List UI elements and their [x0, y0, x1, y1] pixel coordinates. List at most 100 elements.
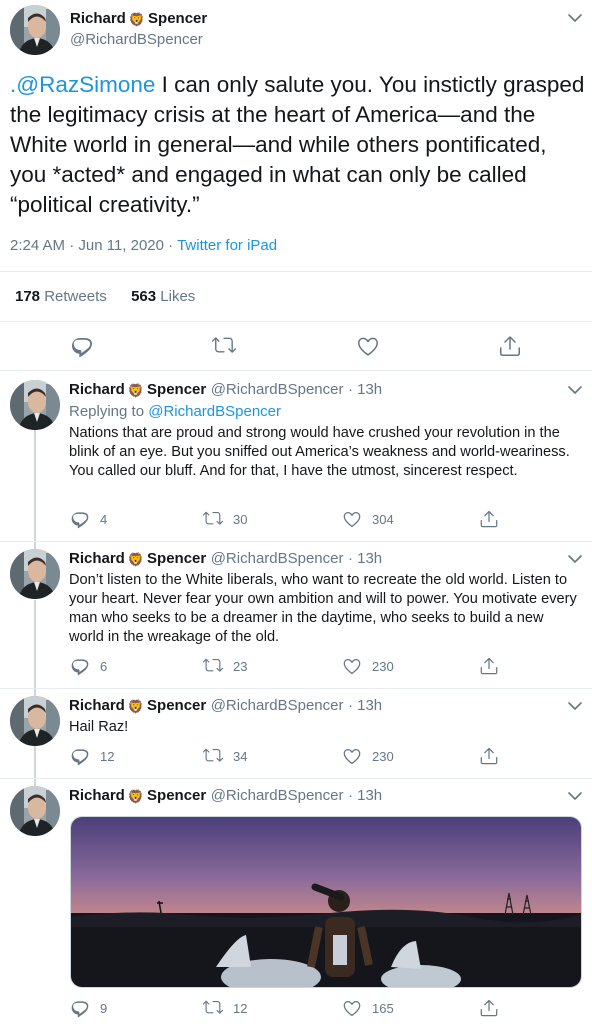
author-handle[interactable]: @RichardBSpencer — [211, 697, 344, 714]
lion-face-icon: 🦁 — [128, 12, 146, 27]
retweet-icon — [203, 509, 223, 529]
reply-icon — [70, 509, 90, 529]
reply-header: Richard 🦁 Spencer @RichardBSpencer · 13h — [69, 381, 382, 399]
share-action[interactable] — [479, 509, 499, 529]
reply-time[interactable]: · 13h — [348, 381, 382, 398]
reply-time[interactable]: · 13h — [348, 550, 382, 567]
like-action[interactable]: 165 — [342, 998, 394, 1018]
divider — [0, 541, 592, 542]
retweet-count: 34 — [233, 748, 248, 764]
divider — [0, 778, 592, 779]
reply-header: Richard 🦁 Spencer @RichardBSpencer · 13h — [69, 550, 382, 568]
author-handle[interactable]: @RichardBSpencer — [211, 381, 344, 398]
like-action[interactable]: 230 — [342, 746, 394, 766]
heart-icon — [342, 509, 362, 529]
author-last-name[interactable]: Spencer — [147, 697, 206, 714]
lion-face-icon: 🦁 — [127, 789, 145, 804]
author-first-name[interactable]: Richard — [69, 697, 125, 714]
share-icon — [479, 656, 499, 676]
retweet-icon — [203, 998, 223, 1018]
author-last-name[interactable]: Spencer — [147, 550, 206, 567]
tweet-source[interactable]: Twitter for iPad — [177, 237, 277, 254]
retweet-action[interactable]: 34 — [203, 746, 247, 766]
heart-icon — [342, 656, 362, 676]
share-action[interactable] — [479, 746, 499, 766]
reply-count: 9 — [100, 1000, 108, 1016]
reply-action[interactable]: 9 — [70, 998, 107, 1018]
avatar[interactable] — [10, 696, 60, 746]
sunset-photo — [71, 817, 581, 987]
author-handle[interactable]: @RichardBSpencer — [211, 787, 344, 804]
retweet-icon[interactable] — [212, 334, 236, 358]
like-count: 230 — [372, 748, 394, 764]
chevron-down-icon[interactable] — [567, 384, 583, 396]
like-action[interactable]: 304 — [342, 509, 394, 529]
thread-connector — [34, 600, 36, 696]
author-handle[interactable]: @RichardBSpencer — [70, 31, 203, 48]
reply-time[interactable]: · 13h — [348, 787, 382, 804]
author-name[interactable]: Richard 🦁 Spencer — [70, 10, 207, 28]
retweet-action[interactable]: 30 — [203, 509, 247, 529]
reply-icon — [70, 998, 90, 1018]
like-count: 230 — [372, 658, 394, 674]
share-icon[interactable] — [498, 334, 522, 358]
chevron-down-icon[interactable] — [567, 12, 583, 24]
author-handle[interactable]: @RichardBSpencer — [211, 550, 344, 567]
retweet-icon — [203, 746, 223, 766]
retweet-icon — [203, 656, 223, 676]
retweets-stat[interactable]: 178 Retweets — [15, 288, 107, 305]
tweet-text: .@RazSimone I can only salute you. You i… — [10, 70, 586, 220]
replying-to: Replying to @RichardBSpencer — [69, 403, 281, 420]
like-count: 165 — [372, 1000, 394, 1016]
tweet-stats: 178 Retweets 563 Likes — [15, 288, 195, 305]
mention-link[interactable]: .@RazSimone — [10, 72, 155, 97]
heart-icon — [342, 998, 362, 1018]
like-action[interactable]: 230 — [342, 656, 394, 676]
replying-label: Replying to — [69, 403, 145, 420]
reply-action[interactable]: 4 — [70, 509, 107, 529]
reply-count: 12 — [100, 748, 115, 764]
tweet-timestamp[interactable]: 2:24 AM · Jun 11, 2020 — [10, 237, 164, 254]
retweet-action[interactable]: 12 — [203, 998, 247, 1018]
share-action[interactable] — [479, 656, 499, 676]
author-first-name: Richard — [70, 10, 126, 27]
retweet-action[interactable]: 23 — [203, 656, 247, 676]
chevron-down-icon[interactable] — [567, 790, 583, 802]
chevron-down-icon[interactable] — [567, 700, 583, 712]
thread-connector — [34, 746, 36, 786]
like-count: 304 — [372, 511, 394, 527]
likes-label: Likes — [160, 288, 196, 305]
reply-count: 4 — [100, 511, 108, 527]
divider — [0, 370, 592, 371]
heart-icon[interactable] — [356, 334, 380, 358]
reply-icon[interactable] — [70, 334, 94, 358]
avatar[interactable] — [10, 5, 60, 55]
divider — [0, 271, 592, 272]
share-action[interactable] — [479, 998, 499, 1018]
likes-count: 563 — [131, 288, 157, 305]
lion-face-icon: 🦁 — [127, 699, 145, 714]
reply-text: Nations that are proud and strong would … — [69, 425, 570, 479]
heart-icon — [342, 746, 362, 766]
author-first-name[interactable]: Richard — [69, 550, 125, 567]
retweets-count: 178 — [15, 288, 41, 305]
reply-time[interactable]: · 13h — [348, 697, 382, 714]
avatar[interactable] — [10, 786, 60, 836]
author-last-name[interactable]: Spencer — [147, 381, 206, 398]
author-last-name[interactable]: Spencer — [147, 787, 206, 804]
meta-separator: · — [164, 237, 178, 254]
replying-to-link[interactable]: @RichardBSpencer — [148, 403, 281, 420]
reply-action[interactable]: 6 — [70, 656, 107, 676]
divider — [0, 321, 592, 322]
lion-face-icon: 🦁 — [127, 552, 145, 567]
likes-stat[interactable]: 563 Likes — [131, 288, 195, 305]
tweet-photo[interactable] — [70, 816, 582, 988]
retweets-label: Retweets — [44, 288, 107, 305]
reply-header: Richard 🦁 Spencer @RichardBSpencer · 13h — [69, 787, 382, 805]
author-first-name[interactable]: Richard — [69, 787, 125, 804]
reply-action[interactable]: 12 — [70, 746, 114, 766]
avatar[interactable] — [10, 380, 60, 430]
author-first-name[interactable]: Richard — [69, 381, 125, 398]
avatar[interactable] — [10, 549, 60, 599]
chevron-down-icon[interactable] — [567, 553, 583, 565]
